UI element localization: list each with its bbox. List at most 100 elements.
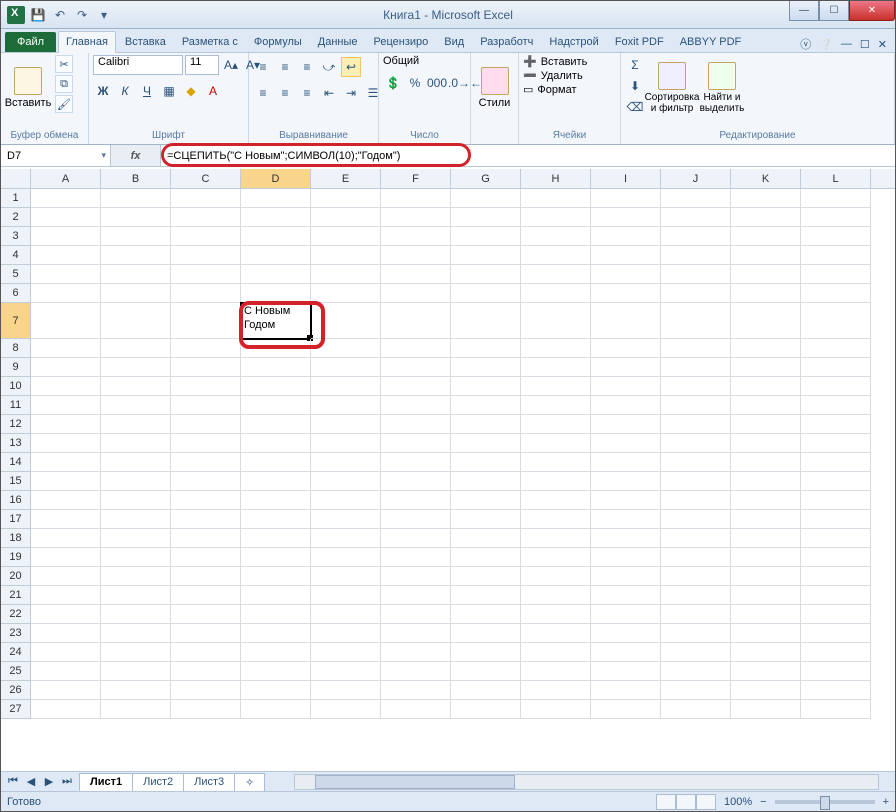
cell[interactable]: [381, 189, 451, 208]
cell[interactable]: [731, 303, 801, 339]
cell[interactable]: [311, 624, 381, 643]
cell[interactable]: [661, 189, 731, 208]
cell[interactable]: [381, 567, 451, 586]
cell[interactable]: [171, 434, 241, 453]
cell[interactable]: [381, 208, 451, 227]
cell[interactable]: [661, 358, 731, 377]
cell[interactable]: [661, 227, 731, 246]
fx-icon[interactable]: fx: [131, 150, 141, 162]
cell[interactable]: [661, 548, 731, 567]
cell[interactable]: [101, 700, 171, 719]
cell[interactable]: [801, 284, 871, 303]
cell[interactable]: [101, 396, 171, 415]
row-header[interactable]: 16: [1, 491, 31, 510]
cell[interactable]: [661, 265, 731, 284]
cell[interactable]: [451, 246, 521, 265]
cell[interactable]: [311, 339, 381, 358]
zoom-out-icon[interactable]: −: [760, 796, 766, 808]
cell[interactable]: [31, 208, 101, 227]
cell[interactable]: [731, 624, 801, 643]
cell[interactable]: [801, 491, 871, 510]
cell[interactable]: [171, 246, 241, 265]
col-header[interactable]: K: [731, 169, 801, 188]
formula-input[interactable]: =СЦЕПИТЬ("С Новым";СИМВОЛ(10);"Годом"): [161, 145, 895, 166]
cell[interactable]: [241, 700, 311, 719]
cell[interactable]: [521, 472, 591, 491]
window-restore-icon[interactable]: ☐: [860, 38, 870, 51]
tab-foxit[interactable]: Foxit PDF: [608, 32, 671, 52]
zoom-in-icon[interactable]: +: [883, 796, 889, 808]
cell[interactable]: [661, 339, 731, 358]
cell[interactable]: [241, 284, 311, 303]
cell[interactable]: [31, 265, 101, 284]
cell[interactable]: [171, 227, 241, 246]
cell[interactable]: [381, 700, 451, 719]
cell[interactable]: [101, 358, 171, 377]
cell[interactable]: [731, 643, 801, 662]
cell[interactable]: [241, 586, 311, 605]
cell[interactable]: [31, 491, 101, 510]
cell[interactable]: [731, 339, 801, 358]
cell[interactable]: [521, 396, 591, 415]
cell[interactable]: [591, 586, 661, 605]
cell[interactable]: [311, 681, 381, 700]
cell[interactable]: [171, 491, 241, 510]
cell[interactable]: [101, 189, 171, 208]
row-header[interactable]: 21: [1, 586, 31, 605]
cell[interactable]: [101, 303, 171, 339]
cell[interactable]: [311, 548, 381, 567]
paste-button[interactable]: Вставить: [5, 55, 51, 121]
fill-color-icon[interactable]: ◆: [181, 81, 201, 101]
cell[interactable]: [381, 548, 451, 567]
cell[interactable]: [801, 415, 871, 434]
row-header[interactable]: 1: [1, 189, 31, 208]
styles-button[interactable]: Стили: [475, 55, 514, 121]
cell[interactable]: [31, 434, 101, 453]
cell[interactable]: [591, 358, 661, 377]
cell[interactable]: [311, 510, 381, 529]
cell[interactable]: [591, 415, 661, 434]
copy-icon[interactable]: ⧉: [55, 75, 73, 93]
format-painter-icon[interactable]: 🖌: [55, 95, 73, 113]
cell[interactable]: [311, 662, 381, 681]
cell[interactable]: [31, 586, 101, 605]
cell[interactable]: [451, 284, 521, 303]
cell[interactable]: [801, 510, 871, 529]
cell[interactable]: [591, 284, 661, 303]
cell[interactable]: [171, 624, 241, 643]
cell[interactable]: [31, 662, 101, 681]
tab-view[interactable]: Вид: [437, 32, 471, 52]
cell[interactable]: [801, 700, 871, 719]
row-header[interactable]: 22: [1, 605, 31, 624]
col-header[interactable]: C: [171, 169, 241, 188]
cell[interactable]: [241, 415, 311, 434]
cell[interactable]: [661, 681, 731, 700]
cell[interactable]: [171, 472, 241, 491]
cell[interactable]: [731, 510, 801, 529]
sheet-tab[interactable]: Лист2: [132, 773, 184, 791]
cell[interactable]: [731, 548, 801, 567]
cell[interactable]: [451, 529, 521, 548]
save-icon[interactable]: 💾: [29, 6, 47, 24]
cell[interactable]: [381, 303, 451, 339]
cell[interactable]: [311, 605, 381, 624]
cell[interactable]: [241, 643, 311, 662]
sort-filter-button[interactable]: Сортировка и фильтр: [649, 55, 695, 121]
indent-inc-icon[interactable]: ⇥: [341, 83, 361, 103]
cell[interactable]: [801, 548, 871, 567]
cell[interactable]: [381, 339, 451, 358]
cell[interactable]: [451, 377, 521, 396]
cell[interactable]: [661, 303, 731, 339]
cell[interactable]: [241, 567, 311, 586]
cell[interactable]: [591, 227, 661, 246]
cell[interactable]: [171, 681, 241, 700]
cell[interactable]: [521, 567, 591, 586]
cell[interactable]: [241, 339, 311, 358]
cell[interactable]: [241, 358, 311, 377]
cell[interactable]: [591, 434, 661, 453]
cell[interactable]: [451, 662, 521, 681]
cell[interactable]: [171, 548, 241, 567]
cell[interactable]: [311, 284, 381, 303]
underline-button[interactable]: Ч: [137, 81, 157, 101]
cell[interactable]: [101, 339, 171, 358]
